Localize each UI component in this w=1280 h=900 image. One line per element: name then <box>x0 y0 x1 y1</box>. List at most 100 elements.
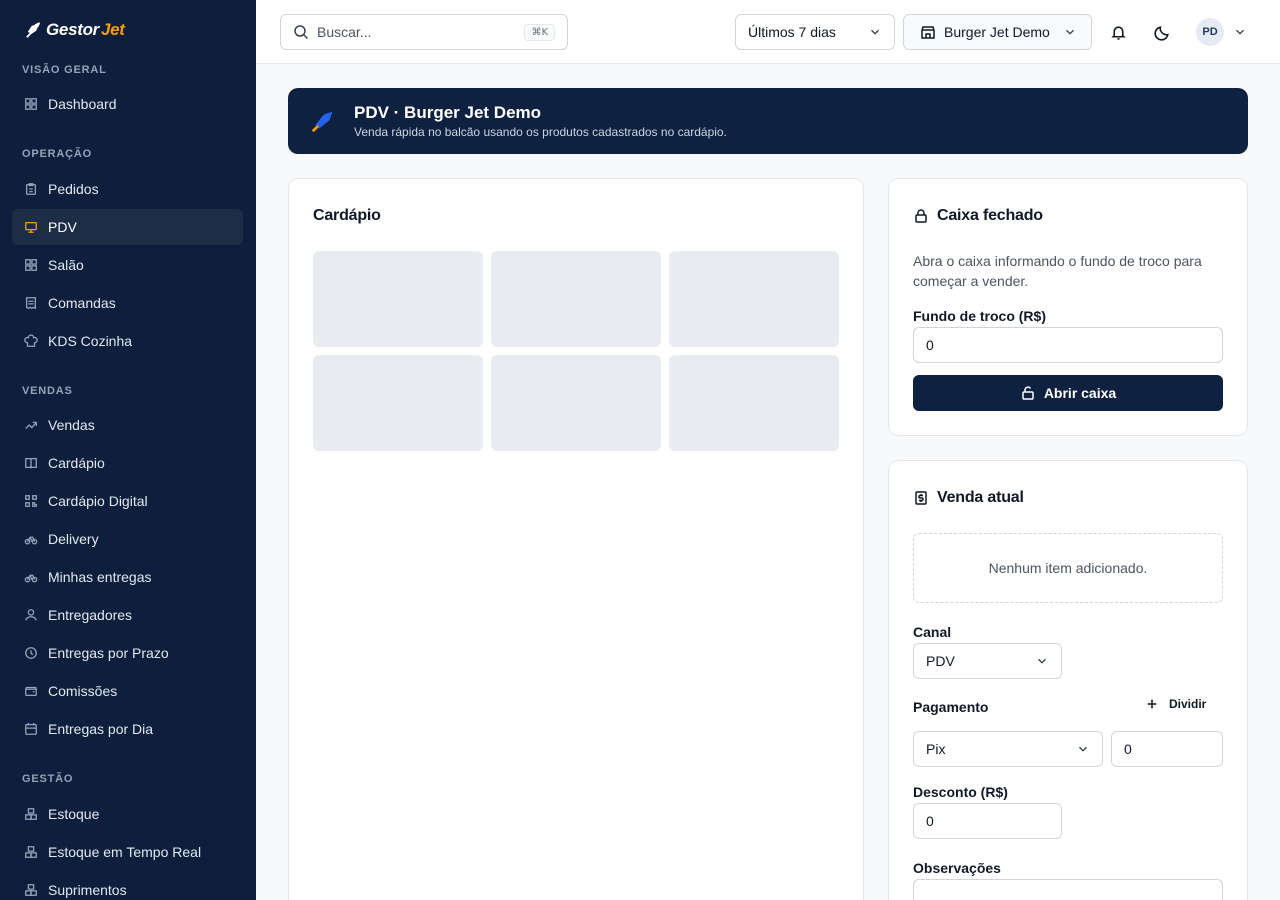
search-input[interactable]: Buscar... ⌘K <box>280 14 568 50</box>
product-skeleton <box>669 355 839 451</box>
sidebar-item-entregas-prazo[interactable]: Entregas por Prazo <box>12 635 243 671</box>
boxes-icon <box>24 845 38 859</box>
chevron-down-icon[interactable] <box>1233 25 1247 39</box>
sidebar-item-pedidos[interactable]: Pedidos <box>12 171 243 207</box>
cash-register-card: Caixa fechado Abra o caixa informando o … <box>888 178 1248 436</box>
theme-toggle-button[interactable] <box>1148 18 1176 46</box>
sidebar-item-delivery[interactable]: Delivery <box>12 521 243 557</box>
cash-card-title: Caixa fechado <box>937 207 1043 224</box>
period-value: Últimos 7 dias <box>748 24 836 40</box>
user-icon <box>24 608 38 622</box>
rocket-logo-icon <box>26 22 40 38</box>
bell-icon <box>1110 25 1126 40</box>
section-label-management: GESTÃO <box>22 773 74 785</box>
topbar: Buscar... ⌘K Últimos 7 dias Burger Jet D… <box>256 0 1280 64</box>
sidebar-item-label: Delivery <box>48 531 99 547</box>
current-sale-card: Venda atual Nenhum item adicionado. Cana… <box>888 460 1248 900</box>
search-icon <box>294 25 309 40</box>
sidebar-item-label: Estoque <box>48 806 100 822</box>
open-cash-label: Abrir caixa <box>1043 385 1117 401</box>
unlock-icon <box>1022 386 1034 400</box>
sidebar-item-entregadores[interactable]: Entregadores <box>12 597 243 633</box>
chevron-down-icon <box>1079 746 1087 752</box>
clipboard-icon <box>24 182 38 196</box>
bike-icon <box>24 532 38 546</box>
search-placeholder: Buscar... <box>317 24 372 40</box>
sidebar-item-label: Dashboard <box>48 96 117 112</box>
sidebar-item-label: Cardápio <box>48 455 105 471</box>
sidebar-item-label: KDS Cozinha <box>48 333 133 349</box>
split-payment-label: Dividir <box>1169 697 1207 711</box>
boxes-icon <box>24 883 38 897</box>
cash-card-header: Caixa fechado <box>913 207 1043 225</box>
avatar[interactable]: PD <box>1196 18 1224 46</box>
sidebar-item-pdv[interactable]: PDV <box>12 209 243 245</box>
empty-cart-message: Nenhum item adicionado. <box>913 533 1223 603</box>
trend-icon <box>24 418 38 432</box>
fund-label: Fundo de troco (R$) <box>913 308 1046 324</box>
page-banner: PDV · Burger Jet Demo Venda rápida no ba… <box>288 88 1248 154</box>
discount-input[interactable]: 0 <box>913 803 1062 839</box>
split-payment-button[interactable]: Dividir <box>1145 697 1206 711</box>
sidebar-item-label: Pedidos <box>48 181 99 197</box>
section-label-overview: VISÃO GERAL <box>22 64 107 76</box>
sidebar-item-minhas-entregas[interactable]: Minhas entregas <box>12 559 243 595</box>
sidebar-item-cardapio-digital[interactable]: Cardápio Digital <box>12 483 243 519</box>
sidebar-item-label: Estoque em Tempo Real <box>48 844 202 860</box>
search-shortcut: ⌘K <box>524 23 555 41</box>
sale-card-title: Venda atual <box>937 489 1024 506</box>
fund-input[interactable]: 0 <box>913 327 1223 363</box>
sidebar-item-label: PDV <box>48 219 77 235</box>
open-cash-button[interactable]: Abrir caixa <box>913 375 1223 411</box>
sidebar-item-comandas[interactable]: Comandas <box>12 285 243 321</box>
chevron-down-icon <box>871 29 879 35</box>
payment-amount-input[interactable]: 0 <box>1111 731 1223 767</box>
product-skeleton <box>313 251 483 347</box>
sidebar-item-entregas-dia[interactable]: Entregas por Dia <box>12 711 243 747</box>
menu-card: Cardápio <box>288 178 864 900</box>
product-skeleton <box>491 251 661 347</box>
chevron-down-icon <box>1038 658 1046 664</box>
plus-icon <box>1147 699 1157 709</box>
sidebar: Gestor Jet VISÃO GERAL Dashboard OPERAÇÃO… <box>0 0 256 900</box>
sidebar-item-label: Entregas por Dia <box>48 721 154 737</box>
boxes-icon <box>24 807 38 821</box>
notifications-button[interactable] <box>1104 18 1132 46</box>
channel-select[interactable]: PDV <box>913 643 1062 679</box>
sidebar-item-cardapio[interactable]: Cardápio <box>12 445 243 481</box>
dashboard-icon <box>24 97 38 111</box>
sidebar-item-comissoes[interactable]: Comissões <box>12 673 243 709</box>
period-select[interactable]: Últimos 7 dias <box>735 14 895 50</box>
chevron-down-icon <box>1066 29 1074 35</box>
rocket-icon <box>312 111 333 132</box>
calendar-icon <box>24 722 38 736</box>
sidebar-item-estoque-tempo-real[interactable]: Estoque em Tempo Real <box>12 834 243 870</box>
section-label-sales: VENDAS <box>22 385 73 397</box>
receipt-icon <box>24 296 38 310</box>
store-select[interactable]: Burger Jet Demo <box>903 14 1092 50</box>
sidebar-item-vendas[interactable]: Vendas <box>12 407 243 443</box>
sidebar-item-suprimentos[interactable]: Suprimentos <box>12 872 243 900</box>
product-skeleton <box>669 251 839 347</box>
grid-icon <box>24 258 38 272</box>
payment-method-select[interactable]: Pix <box>913 731 1103 767</box>
payment-method-value: Pix <box>926 741 946 757</box>
wallet-icon <box>24 684 38 698</box>
sidebar-item-kds[interactable]: KDS Cozinha <box>12 323 243 359</box>
page-subtitle: Venda rápida no balcão usando os produto… <box>354 125 727 139</box>
product-skeleton <box>313 355 483 451</box>
sidebar-item-label: Vendas <box>48 417 95 433</box>
sidebar-item-estoque[interactable]: Estoque <box>12 796 243 832</box>
brand-logo[interactable]: Gestor Jet <box>24 20 125 40</box>
sale-card-header: Venda atual <box>913 489 1024 507</box>
store-icon <box>921 26 935 39</box>
dollar-receipt-icon <box>915 491 927 505</box>
sidebar-item-salao[interactable]: Salão <box>12 247 243 283</box>
store-value: Burger Jet Demo <box>944 24 1050 40</box>
notes-textarea[interactable] <box>913 879 1223 900</box>
brand-name-part1: Gestor <box>46 20 99 39</box>
sidebar-item-dashboard[interactable]: Dashboard <box>12 86 243 122</box>
moon-icon <box>1153 25 1169 41</box>
menu-card-title: Cardápio <box>313 207 381 224</box>
notes-label: Observações <box>913 860 1001 876</box>
